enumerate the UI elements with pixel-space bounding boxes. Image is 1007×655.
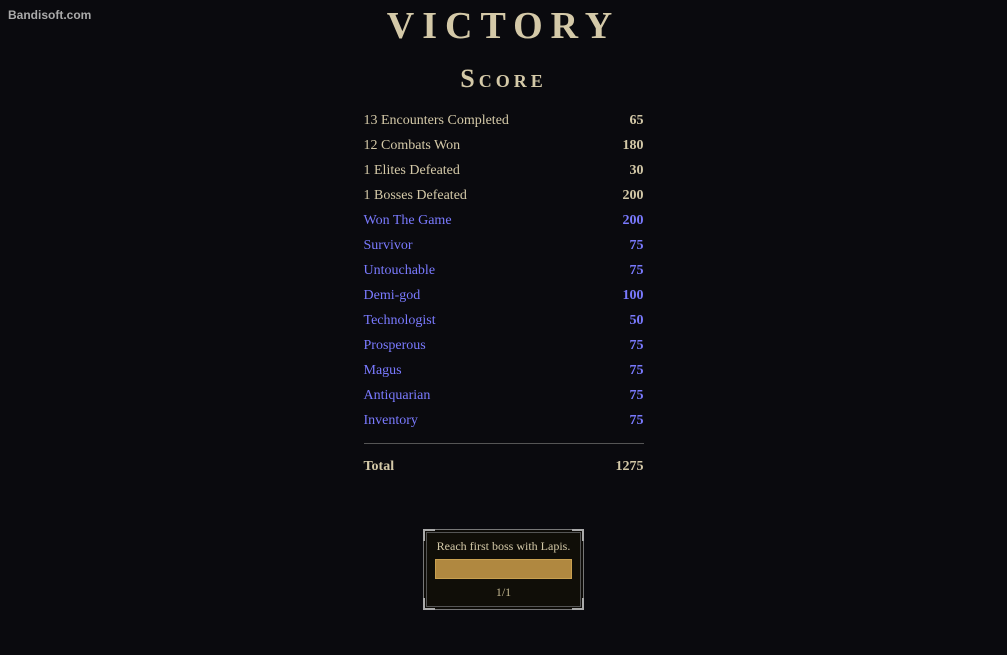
score-row-label: Inventory	[364, 408, 599, 433]
score-row-label: 1 Bosses Defeated	[364, 183, 599, 208]
score-row-value: 75	[598, 333, 643, 358]
score-row-label: Demi-god	[364, 283, 599, 308]
score-row-value: 180	[598, 133, 643, 158]
score-row-label: Magus	[364, 358, 599, 383]
score-row-label: 1 Elites Defeated	[364, 158, 599, 183]
score-row: 1 Bosses Defeated200	[364, 183, 644, 208]
score-row-value: 75	[598, 358, 643, 383]
score-row-value: 75	[598, 258, 643, 283]
score-row-value: 200	[598, 208, 643, 233]
score-row: Technologist50	[364, 308, 644, 333]
corner-br	[572, 598, 584, 610]
total-label: Total	[364, 454, 599, 479]
score-row-label: Antiquarian	[364, 383, 599, 408]
score-row-label: Technologist	[364, 308, 599, 333]
total-value: 1275	[598, 454, 643, 479]
score-row-value: 75	[598, 383, 643, 408]
score-row: Demi-god100	[364, 283, 644, 308]
score-row-label: Survivor	[364, 233, 599, 258]
achievement-progress-bar	[435, 559, 573, 579]
score-row-value: 50	[598, 308, 643, 333]
achievement-container: Reach first boss with Lapis. 1/1	[423, 529, 585, 610]
score-row-value: 100	[598, 283, 643, 308]
score-row: Survivor75	[364, 233, 644, 258]
watermark: Bandisoft.com	[8, 8, 91, 22]
achievement-body: Reach first boss with Lapis. 1/1	[426, 532, 582, 607]
score-row-value: 65	[598, 108, 643, 133]
score-row-label: Won The Game	[364, 208, 599, 233]
score-row-label: Untouchable	[364, 258, 599, 283]
achievement-frame-outer: Reach first boss with Lapis. 1/1	[423, 529, 585, 610]
score-row: 12 Combats Won180	[364, 133, 644, 158]
score-row-label: Prosperous	[364, 333, 599, 358]
achievement-progress-fill	[436, 560, 572, 578]
corner-tr	[572, 529, 584, 541]
score-row-value: 200	[598, 183, 643, 208]
score-heading: Score	[364, 64, 644, 94]
score-row-value: 75	[598, 408, 643, 433]
score-row: Untouchable75	[364, 258, 644, 283]
corner-tl	[423, 529, 435, 541]
score-row: 13 Encounters Completed65	[364, 108, 644, 133]
score-section: Score 13 Encounters Completed6512 Combat…	[364, 64, 644, 479]
total-row: Total 1275	[364, 454, 644, 479]
score-row: 1 Elites Defeated30	[364, 158, 644, 183]
score-row: Prosperous75	[364, 333, 644, 358]
score-row-label: 12 Combats Won	[364, 133, 599, 158]
achievement-fraction: 1/1	[427, 582, 581, 606]
score-row-label: 13 Encounters Completed	[364, 108, 599, 133]
score-row-value: 30	[598, 158, 643, 183]
achievement-wrapper: Reach first boss with Lapis. 1/1	[423, 529, 585, 610]
score-table: 13 Encounters Completed6512 Combats Won1…	[364, 108, 644, 479]
score-row-value: 75	[598, 233, 643, 258]
page-content: VICTORY Score 13 Encounters Completed651…	[0, 0, 1007, 610]
achievement-title: Reach first boss with Lapis.	[427, 533, 581, 557]
score-row: Inventory75	[364, 408, 644, 433]
victory-title: VICTORY	[387, 4, 620, 48]
achievement-frame-inner: Reach first boss with Lapis. 1/1	[424, 530, 584, 609]
corner-bl	[423, 598, 435, 610]
score-row: Won The Game200	[364, 208, 644, 233]
score-row: Antiquarian75	[364, 383, 644, 408]
score-row: Magus75	[364, 358, 644, 383]
